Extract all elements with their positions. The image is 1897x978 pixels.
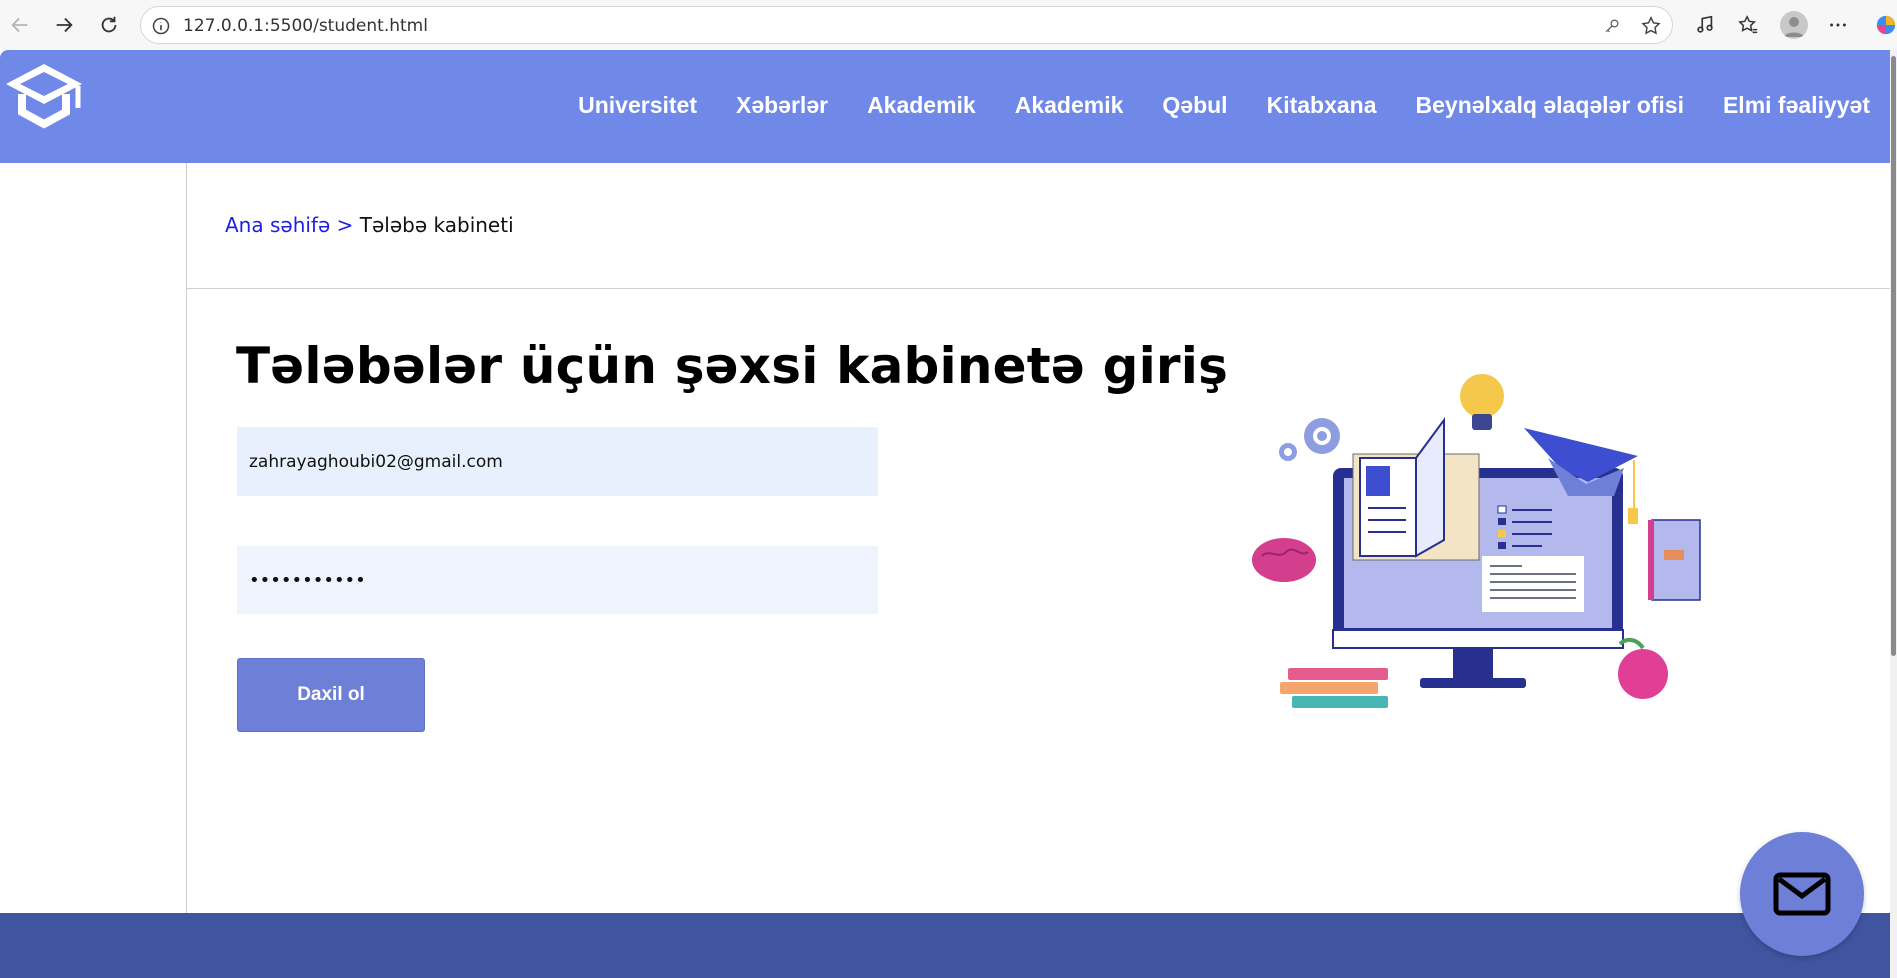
favorites-button[interactable] — [1735, 12, 1761, 38]
breadcrumb-separator: > — [330, 213, 360, 237]
nav-kitabxana[interactable]: Kitabxana — [1267, 92, 1377, 119]
music-note-icon — [1697, 15, 1713, 33]
graduation-cap-icon[interactable] — [2, 58, 86, 132]
user-icon — [1784, 17, 1804, 37]
gear-icon — [1279, 418, 1340, 461]
breadcrumb-current: Tələbə kabineti — [359, 213, 514, 237]
password-field[interactable] — [237, 546, 878, 614]
nav-xeberler[interactable]: Xəbərlər — [736, 92, 828, 119]
nav-universitet[interactable]: Universitet — [578, 92, 697, 119]
apple-icon — [1618, 637, 1668, 699]
browser-toolbar: 127.0.0.1:5500/student.html — [0, 0, 1897, 50]
light-bulb-icon — [1460, 374, 1504, 430]
login-button[interactable]: Daxil ol — [237, 658, 425, 732]
favorites-star-icon — [1738, 15, 1758, 34]
breadcrumb-home-link[interactable]: Ana səhifə — [225, 213, 330, 237]
arrow-right-icon — [56, 17, 73, 33]
back-button[interactable] — [5, 10, 35, 40]
copilot-button[interactable] — [1874, 12, 1897, 38]
key-icon[interactable] — [1602, 16, 1622, 36]
page-title: Tələbələr üçün şəxsi kabinetə giriş — [236, 337, 1229, 395]
scrollbar-thumb[interactable] — [1891, 56, 1896, 656]
main-nav: Universitet Xəbərlər Akademik Akademik Q… — [539, 92, 1870, 119]
nav-elmi-fealiyyet[interactable]: Elmi fəaliyyət — [1723, 92, 1870, 119]
nav-akademik-1[interactable]: Akademik — [867, 92, 976, 119]
arrow-left-icon — [11, 17, 28, 33]
breadcrumb: Ana səhifə > Tələbə kabineti — [225, 213, 514, 237]
profile-avatar[interactable] — [1780, 11, 1808, 39]
book-stack-icon — [1648, 519, 1701, 601]
nav-qebul[interactable]: Qəbul — [1162, 92, 1227, 119]
document-icon — [1482, 556, 1584, 612]
content-divider — [187, 288, 1890, 289]
site-footer — [0, 913, 1890, 978]
address-bar[interactable]: 127.0.0.1:5500/student.html — [140, 6, 1673, 44]
url-text[interactable]: 127.0.0.1:5500/student.html — [183, 16, 428, 36]
nav-akademik-2[interactable]: Akademik — [1015, 92, 1124, 119]
info-icon[interactable] — [151, 16, 171, 36]
star-icon[interactable] — [1640, 15, 1662, 37]
more-dots-icon — [1830, 23, 1846, 27]
book-icon — [1352, 416, 1480, 561]
contact-fab[interactable] — [1740, 832, 1864, 956]
books-pile-icon — [1280, 668, 1388, 708]
left-divider — [186, 163, 187, 913]
media-button[interactable] — [1692, 12, 1718, 38]
e-learning-illustration — [1252, 374, 1701, 708]
brain-icon — [1252, 538, 1316, 582]
reload-button[interactable] — [94, 10, 124, 40]
more-menu-button[interactable] — [1825, 12, 1851, 38]
forward-button[interactable] — [49, 10, 79, 40]
site-header: Universitet Xəbərlər Akademik Akademik Q… — [0, 50, 1890, 163]
email-field[interactable] — [237, 427, 878, 496]
nav-international-office[interactable]: Beynəlxalq əlaqələr ofisi — [1416, 92, 1684, 119]
reload-icon — [101, 16, 117, 33]
mail-icon — [1773, 872, 1831, 916]
copilot-icon — [1876, 15, 1895, 35]
